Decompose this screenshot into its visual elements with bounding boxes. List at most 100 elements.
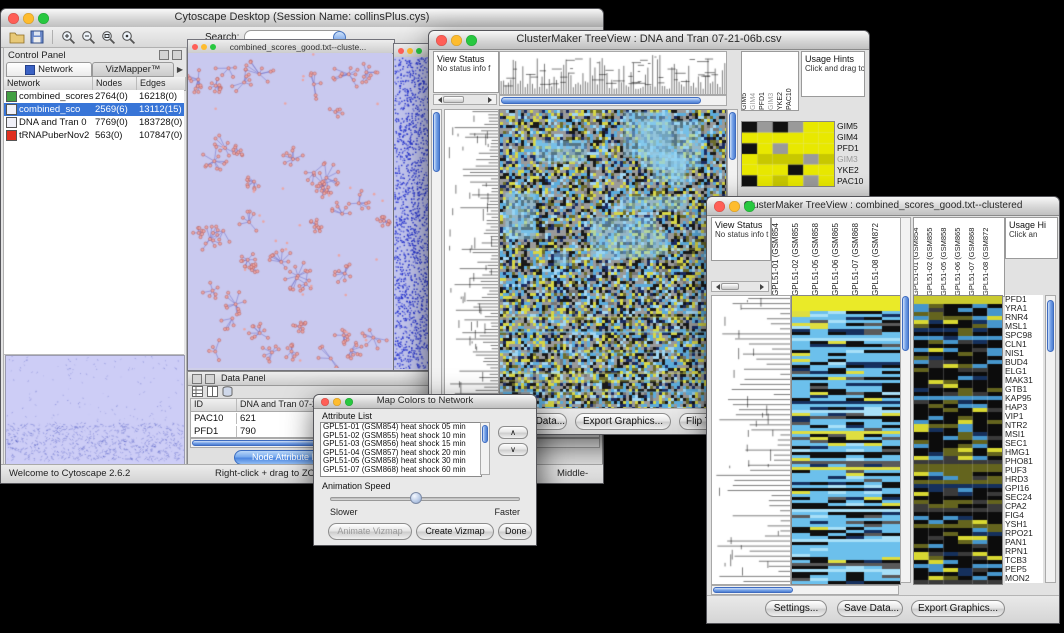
heatmap-horizontal-scrollbar[interactable]: [499, 95, 727, 106]
database-icon[interactable]: [222, 386, 233, 397]
done-button[interactable]: Done: [498, 523, 532, 540]
scrollbar-thumb[interactable]: [1047, 300, 1054, 352]
minimize-icon[interactable]: [23, 13, 34, 24]
column-header-id[interactable]: ID: [191, 399, 237, 411]
float-panel-icon[interactable]: [192, 374, 202, 384]
summary-heatmap-canvas[interactable]: [913, 295, 1003, 585]
network-list-row[interactable]: combined_scores2764(0)16218(0): [4, 90, 184, 103]
summary-heatmap-canvas[interactable]: [741, 121, 835, 187]
columns-icon[interactable]: [207, 386, 218, 397]
close-icon[interactable]: [714, 201, 725, 212]
scrollbar-thumb[interactable]: [443, 96, 464, 103]
column-header-nodes[interactable]: Nodes: [93, 77, 137, 90]
zoom-icon[interactable]: [38, 13, 49, 24]
dna-titlebar[interactable]: ClusterMaker TreeView : DNA and Tran 07-…: [429, 31, 869, 50]
zoom-icon[interactable]: [466, 35, 477, 46]
close-icon[interactable]: [8, 13, 19, 24]
animate-vizmap-button[interactable]: Animate Vizmap: [328, 523, 412, 540]
column-header-edges[interactable]: Edges: [137, 77, 186, 90]
move-up-button[interactable]: ∧: [498, 426, 528, 439]
zoom-fit-icon[interactable]: [101, 30, 116, 45]
gene-label[interactable]: GIM3: [837, 154, 867, 165]
create-vizmap-button[interactable]: Create Vizmap: [416, 523, 494, 540]
network-canvas[interactable]: [188, 53, 392, 368]
save-session-icon[interactable]: [30, 30, 44, 44]
open-session-icon[interactable]: [9, 30, 25, 44]
grid-icon[interactable]: [192, 386, 203, 397]
network-list-row[interactable]: combined_sco2569(6)13112(15): [4, 103, 184, 116]
horizontal-scrollbar[interactable]: [711, 281, 769, 292]
zoom-icon[interactable]: [416, 48, 422, 54]
network-edges-count: 13112(15): [139, 104, 184, 115]
heatmap-canvas[interactable]: [791, 295, 901, 585]
gene-label[interactable]: GIM5: [837, 121, 867, 132]
minimize-icon[interactable]: [451, 35, 462, 46]
gene-label[interactable]: PFD1: [837, 143, 867, 154]
close-panel-icon[interactable]: [205, 374, 215, 384]
minimize-icon[interactable]: [729, 201, 740, 212]
tab-network[interactable]: Network: [6, 62, 92, 77]
main-titlebar[interactable]: Cytoscape Desktop (Session Name: collins…: [1, 9, 603, 28]
zoom-out-icon[interactable]: [81, 30, 96, 45]
close-icon[interactable]: [436, 35, 447, 46]
heatmap-vertical-scrollbar[interactable]: [900, 217, 911, 583]
scroll-right-icon[interactable]: [488, 97, 495, 103]
scroll-right-icon[interactable]: [760, 284, 767, 290]
horizontal-scrollbar[interactable]: [433, 94, 497, 105]
zoom-icon[interactable]: [345, 398, 353, 406]
zoom-in-icon[interactable]: [61, 30, 76, 45]
row-dendrogram-canvas[interactable]: [711, 295, 791, 585]
network-list-row[interactable]: DNA and Tran 07769(0)183728(0): [4, 116, 184, 129]
scrollbar-thumb[interactable]: [501, 97, 701, 104]
attribute-list-item[interactable]: GPL51-07 (GSM868) heat shock 60 min: [321, 466, 481, 475]
heatmap-horizontal-scrollbar[interactable]: [711, 585, 899, 595]
close-icon[interactable]: [321, 398, 329, 406]
scrollbar-thumb[interactable]: [713, 587, 793, 593]
scroll-left-icon[interactable]: [435, 97, 442, 103]
row-dendrogram-canvas[interactable]: [444, 109, 499, 409]
close-icon[interactable]: [398, 48, 404, 54]
export-graphics-button[interactable]: Export Graphics...: [575, 413, 671, 430]
network-overview-thumbnail[interactable]: [5, 355, 185, 466]
zoom-selected-icon[interactable]: [121, 30, 136, 45]
scrollbar-thumb[interactable]: [482, 425, 488, 443]
dialog-titlebar[interactable]: Map Colors to Network: [314, 395, 536, 409]
save-data-button[interactable]: Save Data...: [837, 600, 903, 617]
gene-label[interactable]: MON2: [1005, 574, 1043, 583]
export-graphics-button[interactable]: Export Graphics...: [911, 600, 1005, 617]
move-down-button[interactable]: ∨: [498, 443, 528, 456]
scroll-left-icon[interactable]: [713, 284, 720, 290]
gene-label[interactable]: YKE2: [837, 165, 867, 176]
close-icon[interactable]: [192, 44, 198, 50]
column-label: GPL51-02 (GSM855: [791, 223, 800, 296]
heatmap-canvas[interactable]: [499, 109, 727, 409]
float-panel-icon[interactable]: [159, 50, 169, 60]
minimize-icon[interactable]: [407, 48, 413, 54]
column-header-network[interactable]: Network: [4, 77, 93, 90]
network-nodes-count: 563(0): [95, 130, 139, 141]
heatmap-column-labels: GPL51-01 (GSM854GPL51-02 (GSM855GPL51-05…: [771, 217, 901, 297]
slider-knob[interactable]: [410, 492, 422, 504]
scrollbar-thumb[interactable]: [433, 112, 440, 172]
main-window-title: Cytoscape Desktop (Session Name: collins…: [1, 9, 603, 26]
attribute-list-scrollbar[interactable]: [480, 422, 490, 475]
network-list-row[interactable]: tRNAPuberNov2563(0)107847(0): [4, 129, 184, 142]
close-panel-icon[interactable]: [172, 50, 182, 60]
minimize-icon[interactable]: [333, 398, 341, 406]
tab-vizmapper[interactable]: VizMapper™: [92, 62, 174, 77]
scrollbar-thumb[interactable]: [902, 296, 909, 351]
dendrogram-vertical-scrollbar[interactable]: [431, 109, 442, 407]
gene-list-scrollbar[interactable]: [1045, 295, 1056, 583]
gene-label[interactable]: GIM4: [837, 132, 867, 143]
gene-label[interactable]: PAC10: [837, 176, 867, 187]
animation-speed-slider[interactable]: [330, 497, 520, 501]
zoom-icon[interactable]: [744, 201, 755, 212]
column-dendrogram-canvas[interactable]: [499, 51, 727, 95]
combined-titlebar[interactable]: ClusterMaker TreeView : combined_scores_…: [707, 197, 1059, 216]
settings-button[interactable]: Settings...: [765, 600, 827, 617]
minimize-icon[interactable]: [201, 44, 207, 50]
scrollbar-thumb[interactable]: [721, 283, 739, 290]
tab-overflow-arrow-icon[interactable]: ▶: [177, 65, 183, 74]
scrollbar-thumb[interactable]: [729, 112, 736, 160]
network-view-titlebar[interactable]: combined_scores_good.txt--cluste...: [188, 40, 394, 54]
